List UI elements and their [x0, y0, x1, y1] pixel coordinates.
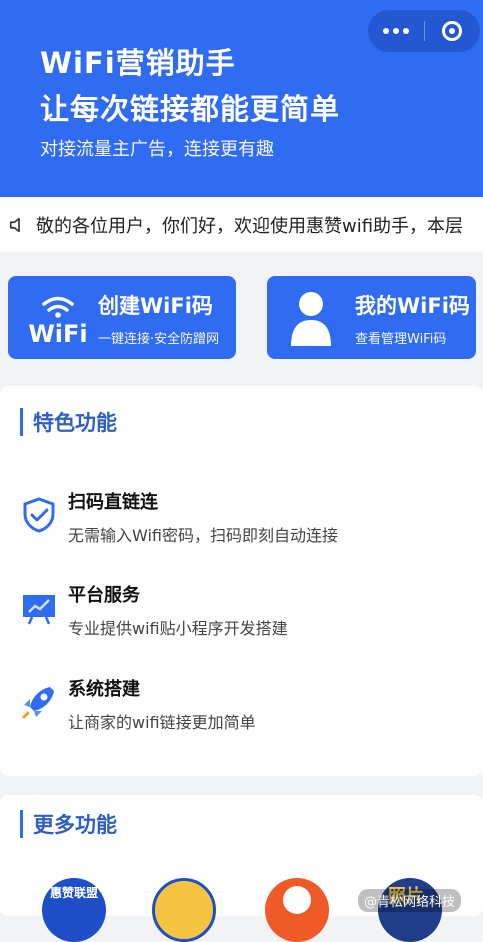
feature-name: 平台服务 — [68, 585, 140, 606]
my-wifi-code-button[interactable]: 我的WiFi码 查看管理WiFi码 — [267, 276, 476, 359]
features-section-title: 特色功能 — [20, 407, 117, 437]
mini-program-capsule — [368, 10, 480, 52]
create-wifi-code-title: 创建WiFi码 — [98, 294, 213, 318]
hero-banner: WiFi营销助手 让每次链接都能更简单 对接流量主广告，连接更有趣 — [0, 0, 483, 197]
shield-check-icon — [23, 497, 55, 533]
features-card: 特色功能 扫码直链连 无需输入Wifi密码，扫码即刻自动连接 平台服务 专业提供… — [0, 386, 483, 776]
hero-title-line1: WiFi营销助手 — [40, 46, 236, 80]
more-item-label: 惠赞联盟 — [49, 886, 98, 900]
feature-desc: 无需输入Wifi密码，扫码即刻自动连接 — [68, 526, 338, 545]
my-wifi-code-desc: 查看管理WiFi码 — [355, 332, 447, 347]
feature-desc: 让商家的wifi链接更加简单 — [68, 713, 256, 732]
wifi-logo-text: WiFi — [28, 320, 87, 346]
my-wifi-code-title: 我的WiFi码 — [355, 294, 470, 318]
wifi-logo-icon: WiFi — [28, 296, 88, 346]
watermark: @青松网络科技 — [358, 889, 462, 912]
speaker-icon — [9, 217, 20, 232]
film-reel-icon[interactable] — [265, 878, 329, 942]
more-title-text: 更多功能 — [33, 813, 117, 837]
feature-item-scan-connect[interactable]: 扫码直链连 无需输入Wifi密码，扫码即刻自动连接 — [20, 488, 460, 548]
hero-title-line2: 让每次链接都能更简单 — [40, 92, 341, 126]
create-wifi-code-desc: 一键连接·安全防蹭网 — [98, 332, 220, 347]
more-section-title: 更多功能 — [20, 809, 117, 839]
create-wifi-code-button[interactable]: WiFi 创建WiFi码 一键连接·安全防蹭网 — [8, 276, 236, 359]
notice-text: 敬的各位用户，你们好，欢迎使用惠赞wifi助手，本层 — [36, 215, 464, 237]
rocket-icon — [22, 687, 54, 719]
title-accent-bar — [20, 408, 23, 436]
feature-item-platform-service[interactable]: 平台服务 专业提供wifi贴小程序开发搭建 — [20, 581, 460, 641]
feature-name: 系统搭建 — [68, 679, 140, 700]
target-icon[interactable] — [424, 21, 480, 41]
huizan-union-icon[interactable]: 惠赞联盟 — [42, 878, 106, 942]
presentation-chart-icon — [23, 595, 55, 625]
hero-subtitle: 对接流量主广告，连接更有趣 — [40, 139, 274, 160]
features-title-text: 特色功能 — [33, 411, 117, 435]
feature-item-system-build[interactable]: 系统搭建 让商家的wifi链接更加简单 — [20, 675, 460, 735]
user-icon — [291, 292, 331, 346]
cartoon-avatar-icon[interactable] — [152, 878, 216, 942]
feature-desc: 专业提供wifi贴小程序开发搭建 — [68, 619, 288, 638]
feature-name: 扫码直链连 — [68, 492, 158, 513]
notice-bar[interactable]: 敬的各位用户，你们好，欢迎使用惠赞wifi助手，本层 — [0, 197, 483, 252]
more-dots-icon[interactable] — [368, 28, 424, 34]
title-accent-bar — [20, 810, 23, 838]
